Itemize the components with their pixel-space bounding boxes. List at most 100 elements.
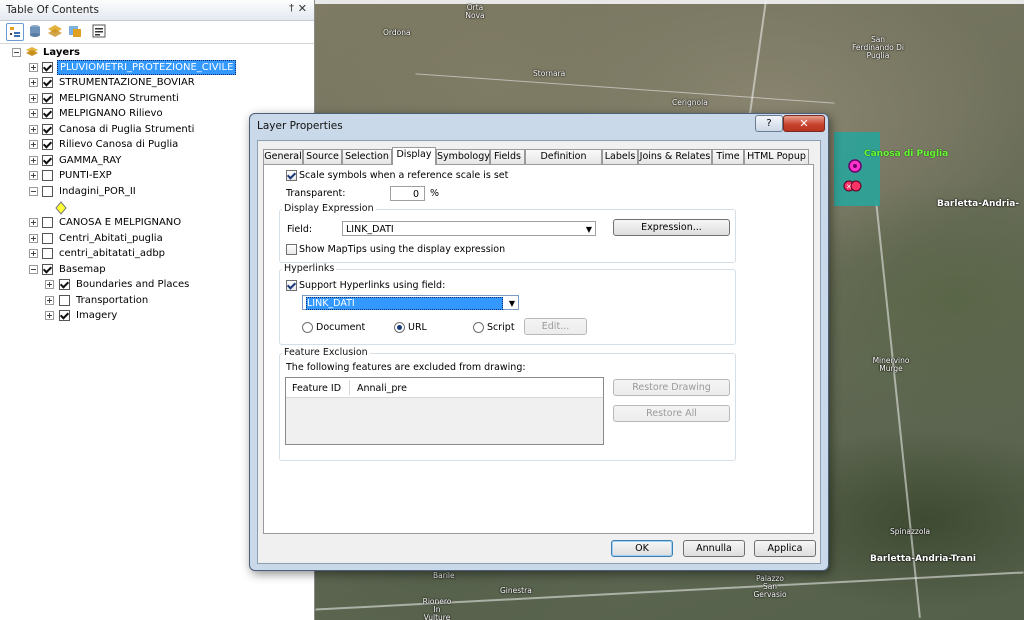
layer-visibility-checkbox[interactable] — [42, 155, 53, 166]
tab-time[interactable]: Time — [712, 149, 744, 164]
excluded-features-list[interactable]: Feature ID Annali_pre — [285, 377, 604, 445]
pin-icon[interactable]: † — [289, 3, 294, 14]
hyperlinks-title: Hyperlinks — [282, 263, 337, 274]
dialog-body: General Source Selection Display Symbolo… — [257, 140, 821, 564]
restore-drawing-button[interactable]: Restore Drawing — [613, 379, 730, 396]
layer-label[interactable]: Indagini_POR_II — [59, 184, 136, 199]
list-by-selection-icon[interactable] — [67, 23, 83, 39]
tab-display[interactable]: Display — [392, 147, 436, 165]
layer-label[interactable]: Imagery — [76, 308, 117, 323]
layer-visibility-checkbox[interactable] — [42, 217, 53, 228]
layer-row-melpignano-strumenti[interactable]: MELPIGNANO Strumenti — [0, 91, 314, 106]
expression-button[interactable]: Expression... — [613, 219, 730, 236]
layer-visibility-checkbox[interactable] — [42, 233, 53, 244]
expand-icon[interactable] — [45, 280, 54, 289]
layer-label[interactable]: Rilievo Canosa di Puglia — [59, 137, 178, 152]
tab-html-popup[interactable]: HTML Popup — [744, 149, 809, 164]
tab-fields[interactable]: Fields — [490, 149, 525, 164]
expand-icon[interactable] — [29, 234, 38, 243]
tab-selection[interactable]: Selection — [342, 149, 392, 164]
tab-labels[interactable]: Labels — [602, 149, 638, 164]
layer-visibility-checkbox[interactable] — [42, 248, 53, 259]
list-by-source-icon[interactable] — [27, 23, 43, 39]
support-hyperlinks-checkbox[interactable] — [286, 280, 297, 291]
transparency-input[interactable]: 0 — [390, 186, 425, 201]
layer-label[interactable]: Basemap — [59, 262, 106, 277]
expand-icon[interactable] — [29, 94, 38, 103]
layer-row-strumentazione-boviar[interactable]: STRUMENTAZIONE_BOVIAR — [0, 75, 314, 90]
tab-source[interactable]: Source — [303, 149, 342, 164]
column-annali-pre[interactable]: Annali_pre — [357, 383, 407, 394]
url-radio[interactable] — [394, 322, 405, 333]
collapse-icon[interactable] — [29, 187, 38, 196]
red-marker-cluster-icon[interactable]: ✕ — [843, 178, 863, 197]
edit-script-button[interactable]: Edit... — [524, 318, 587, 335]
magenta-circle-marker-icon[interactable] — [847, 158, 863, 177]
layer-label[interactable]: Transportation — [76, 293, 148, 308]
expand-icon[interactable] — [29, 140, 38, 149]
layer-label[interactable]: Canosa di Puglia Strumenti — [59, 122, 194, 137]
layer-visibility-checkbox[interactable] — [42, 108, 53, 119]
expand-icon[interactable] — [29, 125, 38, 134]
layer-visibility-checkbox[interactable] — [42, 139, 53, 150]
layer-visibility-checkbox[interactable] — [59, 279, 70, 290]
layer-visibility-checkbox[interactable] — [42, 264, 53, 275]
layer-visibility-checkbox[interactable] — [42, 170, 53, 181]
expand-icon[interactable] — [45, 311, 54, 320]
layer-label[interactable]: Centri_Abitati_puglia — [59, 231, 163, 246]
layer-visibility-checkbox[interactable] — [42, 93, 53, 104]
expand-icon[interactable] — [29, 218, 38, 227]
ok-button[interactable]: OK — [611, 540, 673, 557]
layer-label[interactable]: MELPIGNANO Rilievo — [59, 106, 163, 121]
layer-label[interactable]: GAMMA_RAY — [59, 153, 121, 168]
display-field-combo[interactable]: LINK_DATI ▼ — [342, 221, 596, 236]
hyperlink-field-combo[interactable]: LINK_DATI ▼ — [302, 295, 519, 310]
expand-icon[interactable] — [29, 156, 38, 165]
show-maptips-checkbox[interactable] — [286, 244, 297, 255]
script-radio[interactable] — [473, 322, 484, 333]
layer-visibility-checkbox[interactable] — [42, 186, 53, 197]
toc-close-icon[interactable]: ✕ — [298, 2, 307, 15]
layer-visibility-checkbox[interactable] — [59, 295, 70, 306]
dropdown-arrow-icon[interactable]: ▼ — [586, 222, 592, 237]
document-radio[interactable] — [302, 322, 313, 333]
expand-icon[interactable] — [45, 296, 54, 305]
dialog-close-button[interactable]: ✕ — [783, 115, 825, 132]
expand-icon[interactable] — [29, 171, 38, 180]
expand-icon[interactable] — [29, 249, 38, 258]
layer-label[interactable]: centri_abitatati_adbp — [59, 246, 165, 261]
tab-definition-query[interactable]: Definition Query — [525, 149, 602, 176]
dialog-title: Layer Properties — [257, 120, 343, 132]
layer-row-pluviometri[interactable]: PLUVIOMETRI_PROTEZIONE_CIVILE — [0, 60, 314, 75]
collapse-layers-icon[interactable] — [12, 48, 21, 57]
collapse-icon[interactable] — [29, 265, 38, 274]
layers-root[interactable]: Layers — [0, 45, 314, 60]
help-button[interactable]: ? — [755, 115, 783, 132]
options-icon[interactable] — [91, 23, 107, 39]
layer-label[interactable]: CANOSA E MELPIGNANO — [59, 215, 181, 230]
column-feature-id[interactable]: Feature ID — [292, 383, 341, 394]
layer-visibility-checkbox[interactable] — [42, 62, 53, 73]
layer-label[interactable]: PLUVIOMETRI_PROTEZIONE_CIVILE — [57, 60, 237, 75]
expand-icon[interactable] — [29, 78, 38, 87]
expand-icon[interactable] — [29, 109, 38, 118]
layer-visibility-checkbox[interactable] — [42, 124, 53, 135]
scale-symbols-checkbox[interactable] — [286, 170, 297, 181]
tab-general[interactable]: General — [263, 149, 303, 164]
layer-label[interactable]: Boundaries and Places — [76, 277, 189, 292]
layer-label[interactable]: PUNTI-EXP — [59, 168, 112, 183]
dropdown-arrow-icon[interactable]: ▼ — [509, 296, 515, 311]
restore-all-button[interactable]: Restore All — [613, 405, 730, 422]
tab-joins-relates[interactable]: Joins & Relates — [638, 149, 712, 164]
tab-symbology[interactable]: Symbology — [436, 149, 490, 164]
list-by-drawing-order-icon[interactable] — [6, 23, 24, 41]
apply-button[interactable]: Applica — [754, 540, 816, 557]
list-by-visibility-icon[interactable] — [47, 23, 63, 39]
layer-label[interactable]: STRUMENTAZIONE_BOVIAR — [59, 75, 195, 90]
cancel-button[interactable]: Annulla — [683, 540, 745, 557]
layer-visibility-checkbox[interactable] — [59, 310, 70, 321]
place-palazzo-san-gervasio: Palazzo San Gervasio — [753, 574, 787, 599]
expand-icon[interactable] — [29, 63, 38, 72]
layer-label[interactable]: MELPIGNANO Strumenti — [59, 91, 179, 106]
layer-visibility-checkbox[interactable] — [42, 77, 53, 88]
